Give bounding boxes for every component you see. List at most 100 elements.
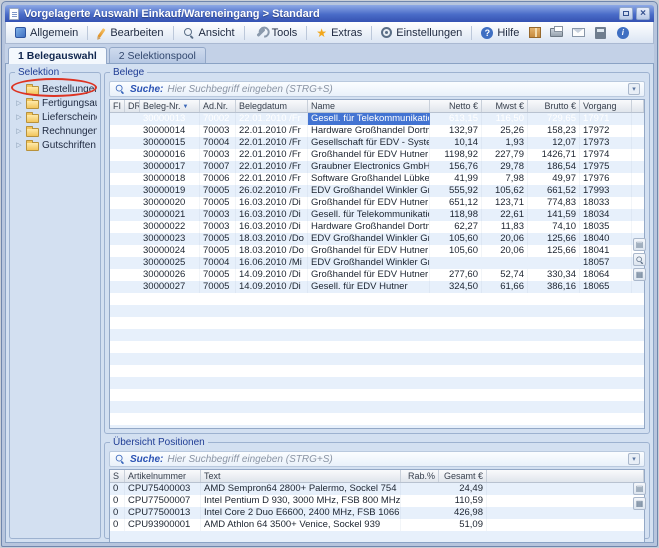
cell: 18.03.2010 /Do [236, 245, 308, 257]
package-button[interactable] [526, 24, 543, 41]
menu-label: Extras [331, 27, 362, 39]
column-header[interactable]: Artikelnummer [125, 470, 201, 482]
sidebar-item-fertigungsauftraege[interactable]: ▷ Fertigungsaufträge [13, 96, 97, 110]
sidebar-item-rechnungen[interactable]: ▷ Rechnungen [13, 124, 97, 138]
sidebar-item-bestellungen[interactable]: Bestellungen [13, 82, 97, 96]
side-list-icon[interactable]: ▤ [633, 482, 646, 495]
cell: 22.01.2010 /Fr [236, 149, 308, 161]
belege-row[interactable]: 300000157000422.01.2010 /FrGesellschaft … [110, 137, 644, 149]
calculator-button[interactable] [592, 24, 609, 41]
search-label: Suche: [130, 84, 163, 95]
column-header[interactable]: Brutto € [528, 100, 580, 112]
tree-item-label: Lieferscheine [42, 112, 97, 123]
menu-tools[interactable]: Tools [248, 25, 304, 41]
column-header[interactable]: Beleg-Nr.▼ [140, 100, 200, 112]
menu-einstellungen[interactable]: Einstellungen [375, 25, 468, 41]
belege-row[interactable]: 300000147000322.01.2010 /FrHardware Groß… [110, 125, 644, 137]
column-header[interactable]: S [110, 470, 125, 482]
cell: 22,61 [482, 209, 528, 221]
position-row[interactable]: 0CPU77500013Intel Core 2 Duo E6600, 2400… [110, 507, 644, 519]
side-search-icon[interactable] [633, 253, 646, 266]
print-button[interactable] [548, 24, 565, 41]
cell: 386,16 [528, 281, 580, 293]
cell: 18064 [580, 269, 632, 281]
column-header[interactable]: DR [125, 100, 140, 112]
belege-row[interactable]: 300000187000622.01.2010 /FrSoftware Groß… [110, 173, 644, 185]
cell: 70005 [200, 269, 236, 281]
menu-label: Einstellungen [396, 27, 462, 39]
cell: 70002 [200, 113, 236, 125]
cell: 661,52 [528, 185, 580, 197]
info-button[interactable]: i [614, 24, 631, 41]
belege-row[interactable]: 300000247000518.03.2010 /DoGroßhandel fü… [110, 245, 644, 257]
cell: Hardware Großhandel Dortmund [308, 221, 430, 233]
expand-icon[interactable]: ▷ [15, 113, 23, 121]
belege-row[interactable]: 300000197000526.02.2010 /FrEDV Großhande… [110, 185, 644, 197]
cell: 110,59 [439, 495, 487, 507]
right-column: Belege Suche: Hier Suchbegriff eingeben … [104, 67, 650, 539]
side-columns-icon[interactable]: ▦ [633, 497, 646, 510]
cell: Gesell. für EDV Hutner [308, 281, 430, 293]
window-restore-button[interactable] [619, 7, 633, 20]
menu-extras[interactable]: ★ Extras [310, 25, 368, 41]
belege-row[interactable]: 300000267000514.09.2010 /DiGroßhandel fü… [110, 269, 644, 281]
column-header [487, 470, 644, 482]
menu-allgemein[interactable]: Allgemein [9, 25, 84, 41]
cell: Hardware Großhandel Dortmund [308, 125, 430, 137]
selektion-legend: Selektion [15, 67, 62, 78]
cell: 18065 [580, 281, 632, 293]
menu-hilfe[interactable]: ? Hilfe [475, 25, 525, 41]
column-header[interactable]: Belegdatum [236, 100, 308, 112]
side-columns-icon[interactable]: ▦ [633, 268, 646, 281]
column-header[interactable]: Ad.Nr. [200, 100, 236, 112]
belege-row[interactable]: 300000257000416.06.2010 /MiEDV Großhande… [110, 257, 644, 269]
cell: 26.02.2010 /Fr [236, 185, 308, 197]
column-header[interactable]: Vorgang [580, 100, 632, 112]
menu-ansicht[interactable]: Ansicht [177, 25, 241, 41]
belege-search-input[interactable]: Suche: Hier Suchbegriff eingeben (STRG+S… [109, 81, 645, 97]
belege-row[interactable]: 300000137000222.01.2010 /FrGesell. für T… [110, 113, 644, 125]
belege-row[interactable]: 300000207000516.03.2010 /DiGroßhandel fü… [110, 197, 644, 209]
tab-selektionspool[interactable]: 2 Selektionspool [109, 47, 206, 64]
cell: CPU77500013 [125, 507, 201, 519]
column-header[interactable]: Name [308, 100, 430, 112]
column-header[interactable]: Mwst € [482, 100, 528, 112]
cell: 70003 [200, 209, 236, 221]
expand-icon[interactable]: ▷ [15, 99, 23, 107]
search-options-icon[interactable]: ▾ [628, 83, 640, 95]
column-header[interactable]: Rab.% [401, 470, 439, 482]
search-options-icon[interactable]: ▾ [628, 453, 640, 465]
column-header[interactable]: Text [201, 470, 401, 482]
column-header[interactable]: FI [110, 100, 125, 112]
side-list-icon[interactable]: ▤ [633, 238, 646, 251]
menu-bearbeiten[interactable]: Bearbeiten [91, 25, 169, 41]
empty-row [110, 305, 644, 317]
positionen-search-input[interactable]: Suche: Hier Suchbegriff eingeben (STRG+S… [109, 451, 645, 467]
belege-row[interactable]: 300000167000322.01.2010 /FrGroßhandel fü… [110, 149, 644, 161]
cell: 0 [110, 483, 125, 495]
position-row[interactable]: 0CPU93900001AMD Athlon 64 3500+ Venice, … [110, 519, 644, 531]
position-row[interactable]: 0CPU77500007Intel Pentium D 930, 3000 MH… [110, 495, 644, 507]
position-row[interactable]: 0CPU75400003AMD Sempron64 2800+ Palermo,… [110, 483, 644, 495]
tab-belegauswahl[interactable]: 1 Belegauswahl [8, 47, 107, 64]
belege-row[interactable]: 300000277000514.09.2010 /DiGesell. für E… [110, 281, 644, 293]
belege-row[interactable]: 300000237000518.03.2010 /DoEDV Großhande… [110, 233, 644, 245]
window-close-button[interactable]: × [636, 7, 650, 20]
info-icon: i [617, 27, 629, 39]
mail-button[interactable] [570, 24, 587, 41]
column-header[interactable]: Gesamt € [439, 470, 487, 482]
sidebar-item-gutschriften[interactable]: ▷ Gutschriften [13, 138, 97, 152]
tree-item-label: Bestellungen [42, 84, 97, 95]
cell: AMD Sempron64 2800+ Palermo, Sockel 754 [201, 483, 401, 495]
cell: Großhandel für EDV Hutner [308, 269, 430, 281]
belege-row[interactable]: 300000177000722.01.2010 /FrGraubner Elec… [110, 161, 644, 173]
column-header[interactable]: Netto € [430, 100, 482, 112]
cell: 20,06 [482, 233, 528, 245]
window-icon [9, 8, 19, 20]
expand-icon[interactable]: ▷ [15, 127, 23, 135]
cell: 774,83 [528, 197, 580, 209]
belege-row[interactable]: 300000217000316.03.2010 /DiGesell. für T… [110, 209, 644, 221]
sidebar-item-lieferscheine[interactable]: ▷ Lieferscheine [13, 110, 97, 124]
belege-row[interactable]: 300000227000316.03.2010 /DiHardware Groß… [110, 221, 644, 233]
expand-icon[interactable]: ▷ [15, 141, 23, 149]
